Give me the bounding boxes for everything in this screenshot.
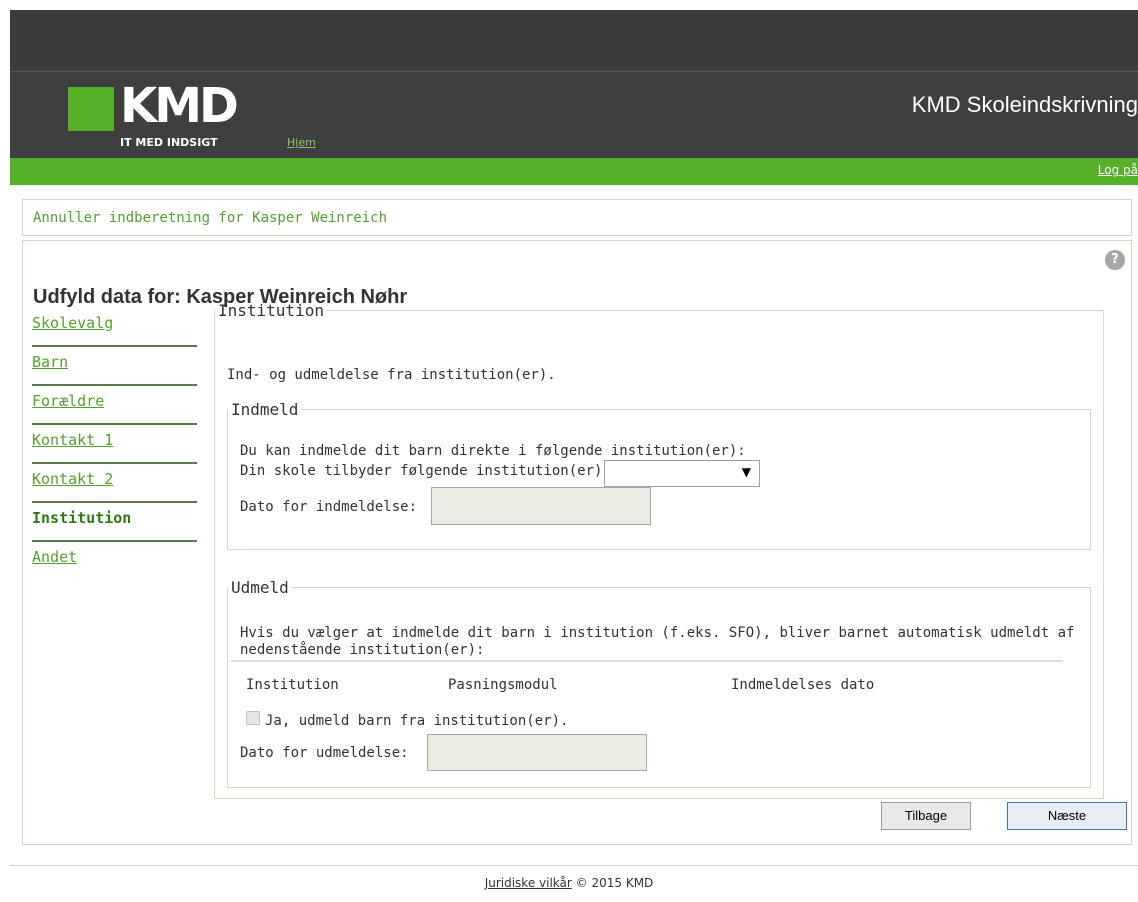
institution-legend: Institution xyxy=(218,301,324,320)
nav-item-barn[interactable]: Barn xyxy=(32,347,197,386)
green-bar: Log på xyxy=(10,158,1138,185)
institution-intro: Ind- og udmeldelse fra institution(er). xyxy=(227,367,556,383)
indmeld-date-label: Dato for indmeldelse: xyxy=(240,499,418,515)
udmeld-checkbox-label: Ja, udmeld barn fra institution(er). xyxy=(265,713,569,729)
logo-tagline: IT MED INDSIGT xyxy=(120,136,218,149)
top-bar xyxy=(10,10,1138,71)
institution-fieldset: Institution Ind- og udmeldelse fra insti… xyxy=(214,301,1104,799)
footer: Juridiske vilkår © 2015 KMD xyxy=(0,876,1138,890)
nav-item-kontakt-2[interactable]: Kontakt 2 xyxy=(32,464,197,503)
app-title: KMD Skoleindskrivning xyxy=(911,92,1138,117)
main-panel: Udfyld data for: Kasper Weinreich Nøhr ?… xyxy=(22,240,1132,845)
cancel-report-link[interactable]: Annuller indberetning for Kasper Weinrei… xyxy=(33,210,387,226)
institution-select[interactable]: ▼ xyxy=(604,460,760,487)
side-nav: Skolevalg Barn Forældre Kontakt 1 Kontak… xyxy=(32,308,197,581)
column-pasningsmodul: Pasningsmodul xyxy=(448,677,558,693)
chevron-down-icon: ▼ xyxy=(741,465,751,479)
udmeld-date-input[interactable] xyxy=(427,734,647,771)
nav-item-foraeldre[interactable]: Forældre xyxy=(32,386,197,425)
nav-item-andet[interactable]: Andet xyxy=(32,542,197,581)
home-link[interactable]: Hjem xyxy=(287,136,316,149)
next-button[interactable]: Næste xyxy=(1007,802,1127,830)
udmeld-divider xyxy=(231,660,1063,662)
indmeld-legend: Indmeld xyxy=(231,400,299,419)
nav-item-institution[interactable]: Institution xyxy=(32,503,197,542)
column-indmeldelses-dato: Indmeldelses dato xyxy=(731,677,875,693)
nav-item-skolevalg[interactable]: Skolevalg xyxy=(32,308,197,347)
legal-terms-link[interactable]: Juridiske vilkår xyxy=(485,876,572,890)
cancel-panel: Annuller indberetning for Kasper Weinrei… xyxy=(22,199,1132,236)
udmeld-info-line1: Hvis du vælger at indmelde dit barn i in… xyxy=(240,625,1075,641)
udmeld-fieldset: Udmeld Hvis du vælger at indmelde dit ba… xyxy=(227,578,1091,788)
nav-item-kontakt-1[interactable]: Kontakt 1 xyxy=(32,425,197,464)
indmeld-intro: Du kan indmelde dit barn direkte i følge… xyxy=(240,443,746,459)
indmeld-date-input[interactable] xyxy=(431,487,651,525)
help-icon[interactable]: ? xyxy=(1105,250,1125,270)
udmeld-legend: Udmeld xyxy=(231,578,289,597)
udmeld-date-label: Dato for udmeldelse: xyxy=(240,745,409,761)
kmd-logo-square xyxy=(68,87,114,131)
kmd-logo[interactable]: KMD xyxy=(120,80,239,132)
udmeld-info-line2: nedenstående institution(er): xyxy=(240,642,485,658)
copyright-text: © 2015 KMD xyxy=(575,876,654,890)
login-link[interactable]: Log på xyxy=(1098,163,1138,177)
udmeld-checkbox[interactable] xyxy=(246,711,260,725)
institution-select-label: Din skole tilbyder følgende institution(… xyxy=(240,463,611,479)
header: KMD IT MED INDSIGT Hjem KMD Skoleindskri… xyxy=(10,71,1138,158)
back-button[interactable]: Tilbage xyxy=(881,802,971,830)
column-institution: Institution xyxy=(246,677,339,693)
footer-divider xyxy=(10,865,1138,866)
indmeld-fieldset: Indmeld Du kan indmelde dit barn direkte… xyxy=(227,400,1091,550)
